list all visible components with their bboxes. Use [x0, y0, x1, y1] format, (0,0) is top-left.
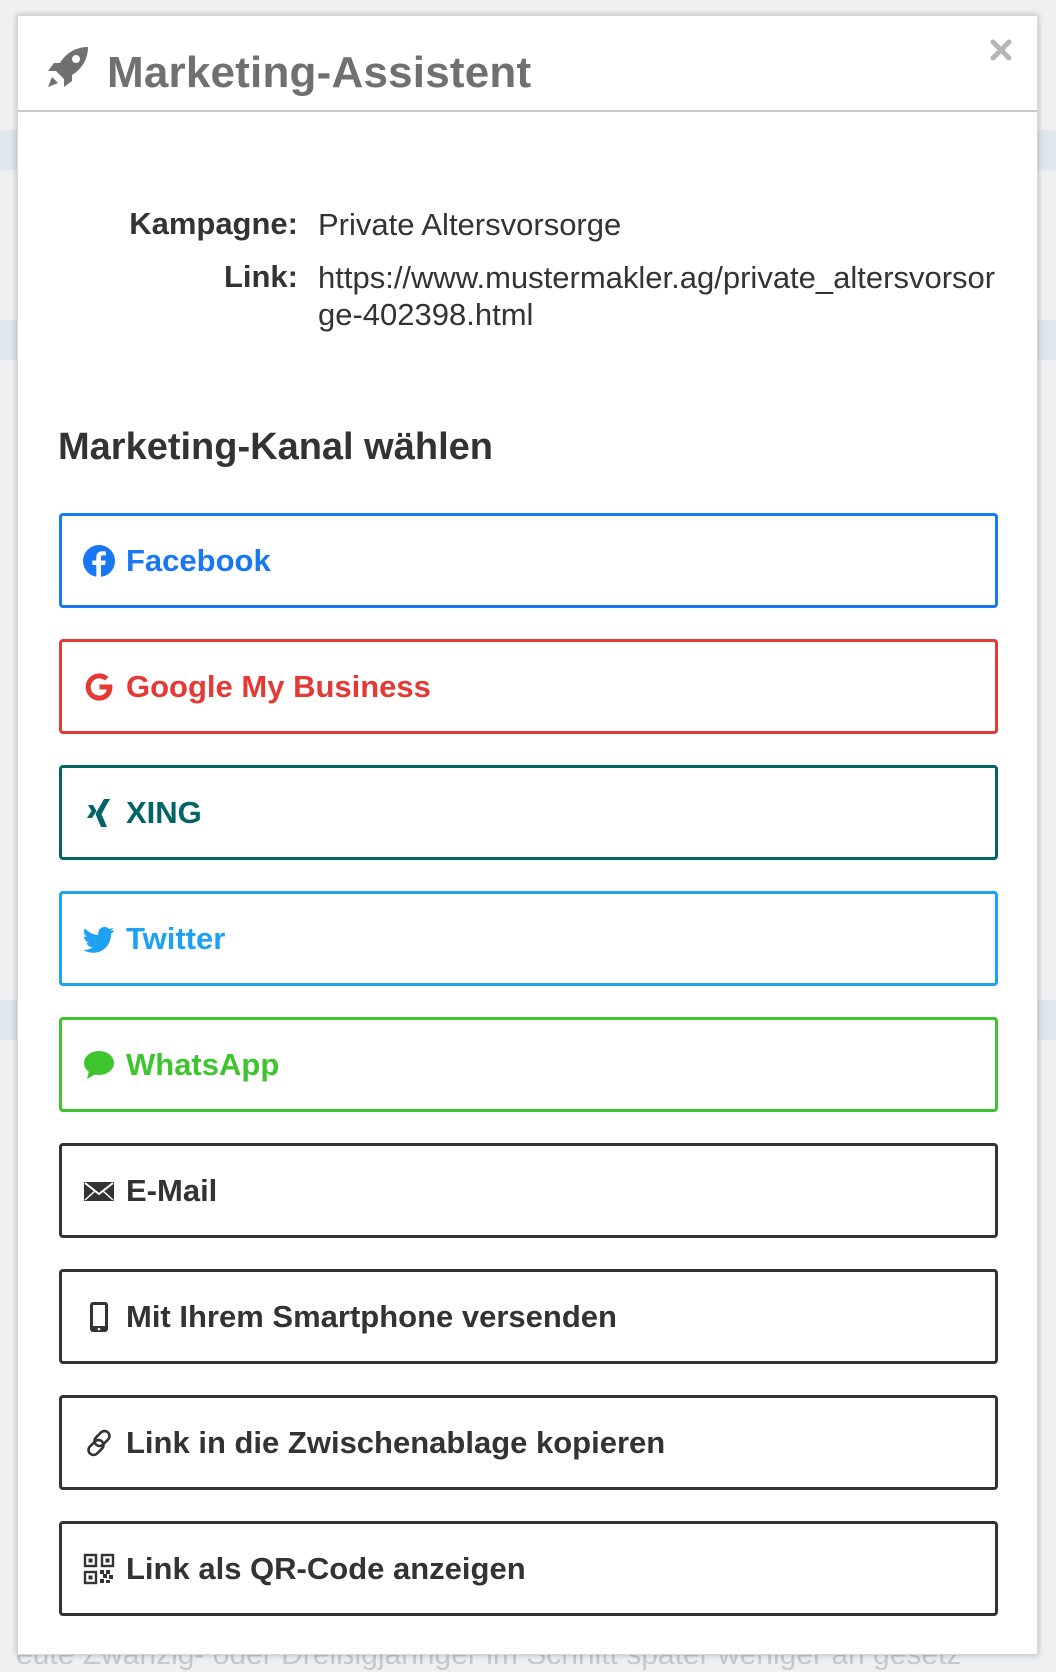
channel-button-xing[interactable]: XING — [59, 765, 998, 860]
channel-label: Link als QR-Code anzeigen — [126, 1550, 526, 1586]
facebook-icon — [82, 544, 116, 578]
channel-label: Mit Ihrem Smartphone versenden — [126, 1298, 617, 1334]
channel-label: XING — [126, 794, 202, 830]
envelope-icon — [82, 1174, 116, 1208]
link-icon — [82, 1426, 116, 1460]
channel-label: Google My Business — [126, 668, 431, 704]
channel-button-smartphone[interactable]: Mit Ihrem Smartphone versenden — [59, 1269, 998, 1364]
dialog-header: Marketing-Assistent — [18, 16, 1037, 112]
link-label: Link: — [223, 259, 298, 294]
channel-button-email[interactable]: E-Mail — [59, 1143, 998, 1238]
channel-label: E-Mail — [126, 1172, 218, 1208]
channel-label: Twitter — [126, 920, 226, 956]
section-title: Marketing-Kanal wählen — [58, 426, 493, 468]
link-value: https://www.mustermakler.ag/private_alte… — [318, 260, 996, 332]
whatsapp-icon — [82, 1048, 116, 1082]
campaign-label: Kampagne: — [129, 206, 298, 241]
channel-button-whatsapp[interactable]: WhatsApp — [59, 1017, 998, 1112]
campaign-value: Private Altersvorsorge — [318, 207, 622, 242]
marketing-assistant-dialog: Marketing-Assistent Kampagne: Private Al… — [17, 15, 1038, 1655]
channel-label: Facebook — [126, 542, 271, 578]
close-icon[interactable] — [985, 34, 1017, 66]
channel-label: Link in die Zwischenablage kopieren — [126, 1424, 666, 1460]
dialog-title: Marketing-Assistent — [107, 48, 532, 97]
qrcode-icon — [82, 1552, 116, 1586]
rocket-icon — [48, 47, 88, 87]
smartphone-icon — [82, 1300, 116, 1334]
channel-button-facebook[interactable]: Facebook — [59, 513, 998, 608]
channel-button-qr-code[interactable]: Link als QR-Code anzeigen — [59, 1521, 998, 1616]
channel-button-google[interactable]: Google My Business — [59, 639, 998, 734]
twitter-icon — [82, 922, 116, 956]
xing-icon — [82, 796, 116, 830]
channel-button-copy-link[interactable]: Link in die Zwischenablage kopieren — [59, 1395, 998, 1490]
channel-button-twitter[interactable]: Twitter — [59, 891, 998, 986]
google-icon — [82, 670, 116, 704]
channel-label: WhatsApp — [126, 1046, 280, 1082]
